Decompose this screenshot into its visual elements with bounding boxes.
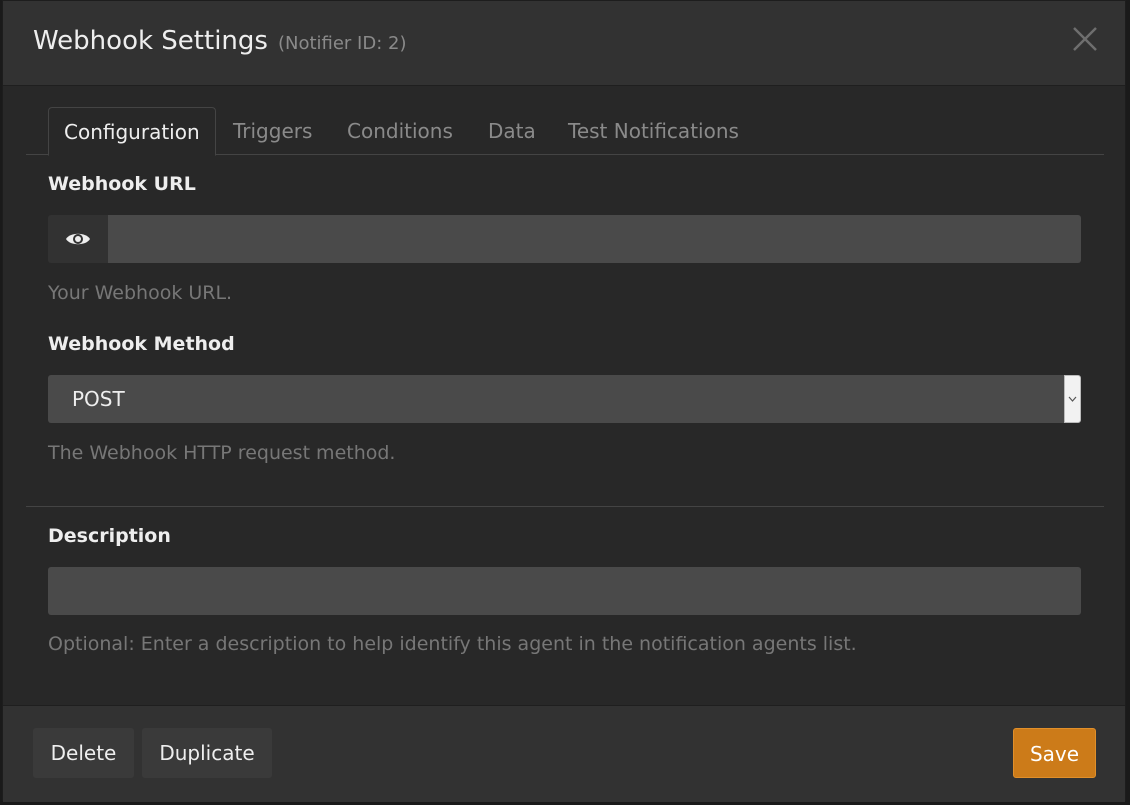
close-button[interactable] bbox=[1071, 25, 1099, 53]
webhook-method-help: The Webhook HTTP request method. bbox=[48, 442, 396, 464]
description-help: Optional: Enter a description to help id… bbox=[48, 633, 857, 655]
chevron-down-icon bbox=[1068, 396, 1077, 402]
tab-bar: Configuration Triggers Conditions Data T… bbox=[26, 107, 1104, 156]
save-button[interactable]: Save bbox=[1013, 728, 1096, 778]
description-label: Description bbox=[48, 525, 171, 547]
eye-icon bbox=[66, 233, 90, 245]
close-icon bbox=[1073, 27, 1097, 51]
tab-configuration[interactable]: Configuration bbox=[48, 107, 216, 156]
section-divider bbox=[26, 506, 1104, 507]
notifier-id-label: (Notifier ID: 2) bbox=[277, 33, 407, 54]
webhook-settings-modal: Webhook Settings (Notifier ID: 2) Configu… bbox=[2, 0, 1126, 802]
modal-header: Webhook Settings (Notifier ID: 2) bbox=[3, 1, 1125, 86]
modal-title-text: Webhook Settings bbox=[33, 26, 268, 56]
webhook-url-help: Your Webhook URL. bbox=[48, 282, 233, 304]
tab-test-notifications[interactable]: Test Notifications bbox=[568, 107, 739, 155]
webhook-method-label: Webhook Method bbox=[48, 333, 235, 355]
tab-data[interactable]: Data bbox=[488, 107, 536, 155]
webhook-method-select[interactable]: POST bbox=[48, 375, 1081, 423]
tab-triggers[interactable]: Triggers bbox=[233, 107, 312, 155]
toggle-visibility-button[interactable] bbox=[48, 215, 108, 263]
webhook-method-value: POST bbox=[72, 387, 125, 411]
webhook-url-input[interactable] bbox=[108, 215, 1081, 263]
delete-button[interactable]: Delete bbox=[33, 728, 134, 778]
modal-footer: Delete Duplicate Save bbox=[3, 705, 1125, 802]
modal-title: Webhook Settings (Notifier ID: 2) bbox=[33, 26, 406, 56]
tab-conditions[interactable]: Conditions bbox=[347, 107, 453, 155]
duplicate-button[interactable]: Duplicate bbox=[142, 728, 272, 778]
select-arrow[interactable] bbox=[1064, 375, 1081, 423]
description-input[interactable] bbox=[48, 567, 1081, 615]
webhook-url-group bbox=[48, 215, 1081, 263]
webhook-url-label: Webhook URL bbox=[48, 173, 196, 195]
